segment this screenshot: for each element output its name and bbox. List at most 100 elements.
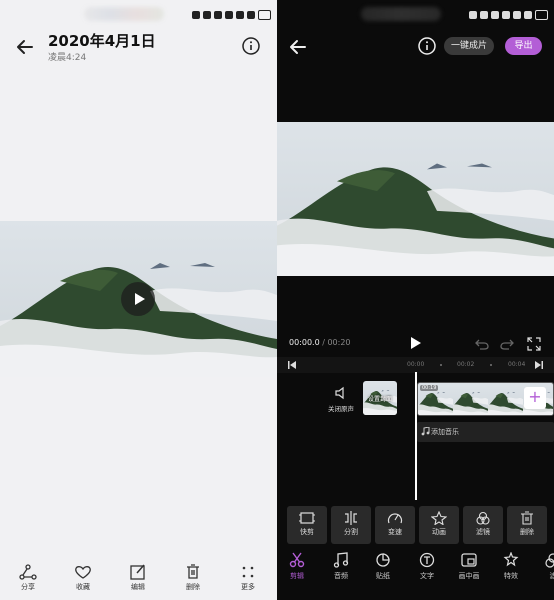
animation-button[interactable]: 动画 <box>419 506 459 544</box>
timeline-ruler: 00:00 00:02 00:04 <box>277 357 554 373</box>
more-icon <box>242 566 254 578</box>
back-arrow-icon[interactable] <box>14 36 36 58</box>
clip-duration: 00:19 <box>420 385 439 391</box>
back-arrow-icon[interactable] <box>287 36 309 58</box>
status-bar <box>277 0 554 30</box>
bottom-action-bar: 分享 收藏 编辑 删除 更多 <box>0 562 277 600</box>
tick-label: 00:00 <box>407 361 425 368</box>
favorite-button[interactable]: 收藏 <box>58 562 108 592</box>
redo-icon[interactable] <box>500 338 514 350</box>
add-music-track[interactable]: 添加音乐 <box>417 422 554 442</box>
nav-pip[interactable]: 画中画 <box>449 552 489 581</box>
signal-icon <box>524 11 533 19</box>
text-icon <box>419 552 435 568</box>
filter-icon <box>545 553 554 568</box>
skip-end-icon[interactable] <box>535 361 543 369</box>
signal-icon <box>247 11 256 19</box>
one-key-create-button[interactable]: 一键成片 <box>444 37 495 55</box>
add-clip-button[interactable]: + <box>524 387 546 409</box>
editor-nav: 剪辑 音频 贴纸 文字 画中画 特效 滤 <box>277 548 554 600</box>
speed-icon <box>387 513 403 524</box>
trash-icon <box>187 564 199 579</box>
split-icon <box>345 511 357 525</box>
gallery-pane: 2020年4月1日 凌晨4:24 分享 收藏 编辑 删除 更多 <box>0 0 277 600</box>
more-button[interactable]: 更多 <box>223 562 273 592</box>
signal-icon <box>236 11 245 19</box>
share-button[interactable]: 分享 <box>3 562 53 592</box>
effects-icon <box>503 552 519 567</box>
status-bar-notifications <box>361 7 441 21</box>
status-bar <box>0 0 277 30</box>
play-button[interactable] <box>121 282 155 316</box>
undo-icon[interactable] <box>475 338 489 350</box>
fullscreen-icon[interactable] <box>527 337 541 351</box>
edit-label: 编辑 <box>131 583 145 591</box>
nav-cut-label: 剪辑 <box>290 572 304 580</box>
video-frame <box>277 122 554 276</box>
split-label: 分割 <box>344 528 358 536</box>
nav-sticker-label: 贴纸 <box>376 572 390 580</box>
nav-text[interactable]: 文字 <box>407 552 447 581</box>
delete-button[interactable]: 删除 <box>507 506 547 544</box>
battery-icon <box>258 10 271 20</box>
share-label: 分享 <box>21 583 35 591</box>
skip-start-icon[interactable] <box>288 361 296 369</box>
pip-icon <box>461 553 477 567</box>
editor-pane: 一键成片 导出 00:00.0 / 00:20 00:00 00:02 00:0… <box>277 0 554 600</box>
quick-cut-button[interactable]: 快剪 <box>287 506 327 544</box>
video-preview <box>277 122 554 276</box>
nav-effects-label: 特效 <box>504 572 518 580</box>
tick-label: 00:02 <box>457 361 475 368</box>
tick-label: 00:04 <box>508 361 526 368</box>
tick-dot <box>440 364 442 366</box>
status-icons <box>192 9 271 21</box>
page-title: 2020年4月1日 <box>48 32 156 50</box>
clip-frame <box>488 383 523 416</box>
nav-audio[interactable]: 音频 <box>321 552 361 581</box>
nav-sticker[interactable]: 贴纸 <box>363 552 403 581</box>
total-duration: / 00:20 <box>319 338 351 347</box>
nav-filter-label: 滤 <box>549 572 554 580</box>
wifi-icon <box>225 11 234 19</box>
sticker-icon <box>376 553 390 567</box>
status-bar-notifications <box>84 7 164 21</box>
vibrate-icon <box>214 11 223 19</box>
tick-dot <box>490 364 492 366</box>
page-subtitle: 凌晨4:24 <box>48 53 87 63</box>
nav-filter[interactable]: 滤 <box>533 552 554 581</box>
edit-toolbar: 快剪 分割 变速 动画 滤镜 删除 <box>287 506 554 544</box>
vibrate-icon <box>491 11 500 19</box>
edit-icon <box>130 564 145 580</box>
scissors-icon <box>289 552 305 568</box>
battery-icon <box>535 10 548 20</box>
status-icons <box>469 9 548 21</box>
music-note-icon <box>333 552 349 568</box>
set-cover-button[interactable]: 设置封面 <box>363 381 397 415</box>
share-icon <box>19 564 37 580</box>
delete-label: 删除 <box>186 583 200 591</box>
split-button[interactable]: 分割 <box>331 506 371 544</box>
nav-cut[interactable]: 剪辑 <box>277 552 317 581</box>
edit-button[interactable]: 编辑 <box>113 562 163 592</box>
play-icon[interactable] <box>408 336 422 350</box>
info-icon[interactable] <box>418 37 436 55</box>
favorite-label: 收藏 <box>76 583 90 591</box>
export-button[interactable]: 导出 <box>505 37 542 55</box>
quick-cut-icon <box>299 512 315 524</box>
nav-text-label: 文字 <box>420 572 434 580</box>
quick-cut-label: 快剪 <box>300 528 314 536</box>
speed-button[interactable]: 变速 <box>375 506 415 544</box>
mute-original-button[interactable]: 关闭原声 <box>321 386 361 413</box>
clip-frame <box>453 383 488 416</box>
alarm-icon <box>192 11 201 19</box>
add-music-label: 添加音乐 <box>431 428 459 436</box>
filter-button[interactable]: 滤镜 <box>463 506 503 544</box>
filter-label: 滤镜 <box>476 528 490 536</box>
delete-button[interactable]: 删除 <box>168 562 218 592</box>
info-icon[interactable] <box>242 37 260 55</box>
music-note-icon <box>421 427 430 436</box>
nav-effects[interactable]: 特效 <box>491 552 531 581</box>
bluetooth-icon <box>480 11 489 19</box>
playhead[interactable] <box>415 372 417 500</box>
mute-original-label: 关闭原声 <box>328 405 354 413</box>
